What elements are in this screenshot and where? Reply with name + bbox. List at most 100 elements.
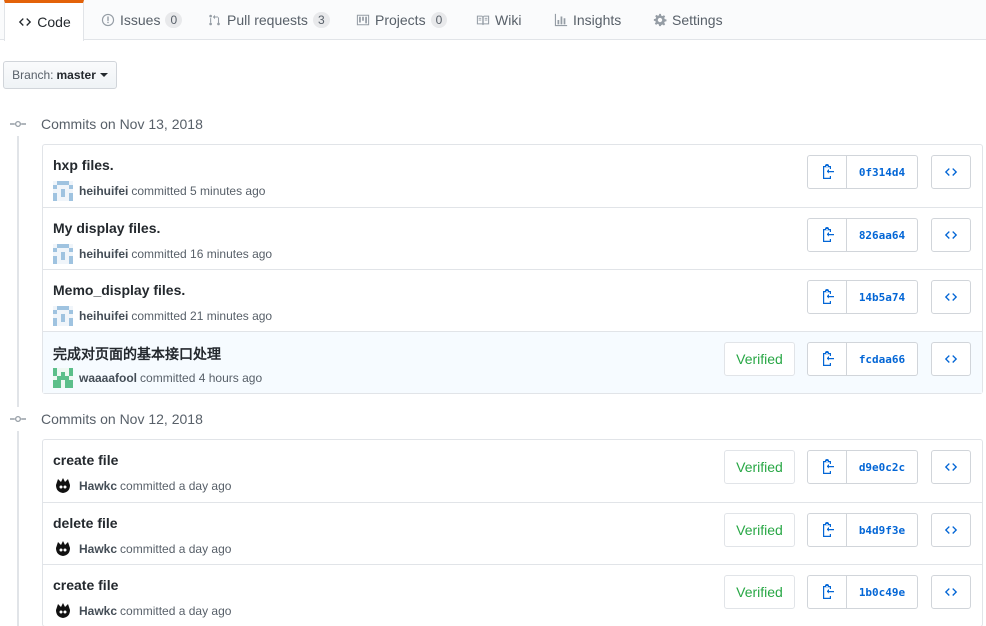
commit-group-header: Commits on Nov 12, 2018 <box>8 407 203 431</box>
tab-code[interactable]: Code <box>4 0 84 41</box>
commit-sha-link[interactable]: 826aa64 <box>847 218 918 252</box>
commit-time: 5 minutes ago <box>190 184 266 198</box>
copy-sha-button[interactable] <box>807 218 847 252</box>
avatar[interactable] <box>53 476 73 496</box>
tab-insights[interactable]: Insights <box>553 0 621 40</box>
avatar[interactable] <box>53 181 73 201</box>
clipboard-icon <box>823 584 834 599</box>
avatar[interactable] <box>53 368 73 388</box>
commit-row: create file Hawkc committed a day ago Ve… <box>43 440 982 502</box>
clipboard-icon <box>823 289 834 304</box>
commit-message[interactable]: 完成对页面的基本接口处理 <box>53 344 221 364</box>
commit-group-header: Commits on Nov 13, 2018 <box>8 112 203 136</box>
commit-group-date: Commits on Nov 13, 2018 <box>41 116 203 132</box>
copy-sha-button[interactable] <box>807 450 847 484</box>
commit-author[interactable]: heihuifei <box>79 247 128 261</box>
commit-row: hxp files. heihuifei committed 5 minutes… <box>43 145 982 207</box>
commit-meta: heihuifei committed 16 minutes ago <box>53 244 272 264</box>
commit-author[interactable]: heihuifei <box>79 309 128 323</box>
commit-row: My display files. heihuifei committed 16… <box>43 207 982 269</box>
tab-settings-label: Settings <box>672 12 723 28</box>
verified-badge[interactable]: Verified <box>724 450 795 484</box>
commit-row: delete file Hawkc committed a day ago Ve… <box>43 502 982 564</box>
commit-row: Memo_display files. heihuifei committed … <box>43 269 982 331</box>
tab-issues[interactable]: Issues 0 <box>100 0 183 40</box>
git-commit-icon <box>8 114 28 134</box>
verified-badge[interactable]: Verified <box>724 513 795 547</box>
commit-time: 16 minutes ago <box>190 247 273 261</box>
browse-repo-button[interactable] <box>931 450 971 484</box>
code-icon <box>17 14 33 30</box>
commit-sha-link[interactable]: b4d9f3e <box>847 513 918 547</box>
commit-author[interactable]: Hawkc <box>79 604 117 618</box>
commit-meta: heihuifei committed 5 minutes ago <box>53 181 265 201</box>
code-icon <box>944 526 958 534</box>
code-icon <box>944 231 958 239</box>
commit-sha-link[interactable]: fcdaa66 <box>847 342 918 376</box>
commit-verb: committed <box>120 542 176 556</box>
tab-projects[interactable]: Projects 0 <box>355 0 448 40</box>
projects-counter: 0 <box>430 12 448 28</box>
commit-author[interactable]: Hawkc <box>79 542 117 556</box>
verified-badge[interactable]: Verified <box>724 342 795 376</box>
commit-message[interactable]: delete file <box>53 515 118 531</box>
commit-time: 21 minutes ago <box>190 309 273 323</box>
commit-sha-link[interactable]: d9e0c2c <box>847 450 918 484</box>
commit-group-date: Commits on Nov 12, 2018 <box>41 411 203 427</box>
code-icon <box>944 168 958 176</box>
project-icon <box>355 12 371 28</box>
pull-requests-counter: 3 <box>312 12 330 28</box>
copy-sha-button[interactable] <box>807 342 847 376</box>
commit-message[interactable]: Memo_display files. <box>53 282 185 298</box>
browse-repo-button[interactable] <box>931 575 971 609</box>
commit-sha-link[interactable]: 14b5a74 <box>847 280 918 314</box>
commit-author[interactable]: waaaafool <box>79 371 137 385</box>
commit-author[interactable]: heihuifei <box>79 184 128 198</box>
commit-meta: waaaafool committed 4 hours ago <box>53 368 262 388</box>
tab-settings[interactable]: Settings <box>652 0 723 40</box>
tab-pull-requests[interactable]: Pull requests 3 <box>207 0 330 40</box>
code-icon <box>944 293 958 301</box>
commit-message[interactable]: create file <box>53 577 118 593</box>
copy-sha-button[interactable] <box>807 575 847 609</box>
browse-repo-button[interactable] <box>931 342 971 376</box>
avatar[interactable] <box>53 601 73 621</box>
commit-author[interactable]: Hawkc <box>79 479 117 493</box>
commit-verb: committed <box>120 479 176 493</box>
copy-sha-button[interactable] <box>807 155 847 189</box>
commit-sha-link[interactable]: 1b0c49e <box>847 575 918 609</box>
commit-row: create file Hawkc committed a day ago Ve… <box>43 564 982 626</box>
verified-badge[interactable]: Verified <box>724 575 795 609</box>
tab-issues-label: Issues <box>120 12 161 28</box>
browse-repo-button[interactable] <box>931 513 971 547</box>
commit-message[interactable]: My display files. <box>53 220 160 236</box>
branch-name: master <box>56 68 96 82</box>
commit-sha-link[interactable]: 0f314d4 <box>847 155 918 189</box>
gear-icon <box>652 12 668 28</box>
tab-projects-label: Projects <box>375 12 426 28</box>
avatar[interactable] <box>53 539 73 559</box>
book-icon <box>475 12 491 28</box>
caret-down-icon <box>99 73 108 77</box>
branch-select-button[interactable]: Branch: master <box>3 61 117 89</box>
issue-icon <box>100 12 116 28</box>
sha-button-group: 14b5a74 <box>807 280 918 314</box>
sha-button-group: 0f314d4 <box>807 155 918 189</box>
avatar[interactable] <box>53 306 73 326</box>
browse-repo-button[interactable] <box>931 218 971 252</box>
copy-sha-button[interactable] <box>807 280 847 314</box>
tab-pull-requests-label: Pull requests <box>227 12 308 28</box>
commit-meta: Hawkc committed a day ago <box>53 476 231 496</box>
browse-repo-button[interactable] <box>931 280 971 314</box>
commit-time: a day ago <box>178 604 232 618</box>
avatar[interactable] <box>53 244 73 264</box>
commit-message[interactable]: hxp files. <box>53 157 114 173</box>
commit-message[interactable]: create file <box>53 452 118 468</box>
commit-row: 完成对页面的基本接口处理 waaaafool committed 4 hours… <box>43 331 982 393</box>
issues-counter: 0 <box>165 12 183 28</box>
tab-wiki[interactable]: Wiki <box>475 0 521 40</box>
timeline-line <box>17 116 19 626</box>
sha-button-group: b4d9f3e <box>807 513 918 547</box>
browse-repo-button[interactable] <box>931 155 971 189</box>
copy-sha-button[interactable] <box>807 513 847 547</box>
